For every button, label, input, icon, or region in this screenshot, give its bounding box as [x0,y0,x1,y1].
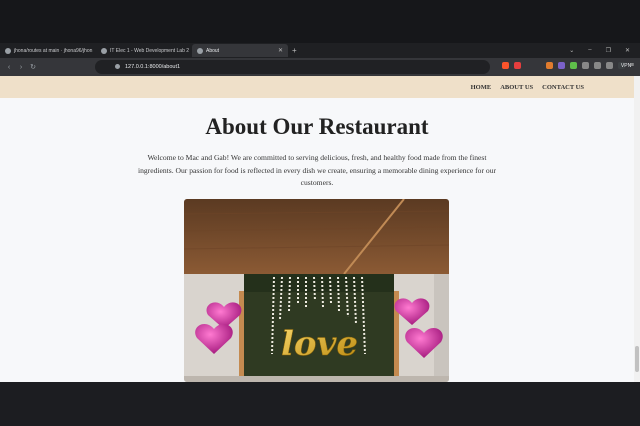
rewards-icon[interactable] [513,62,521,69]
tab-github[interactable]: jhona/routes at main · jhona96/jhon [0,44,96,57]
photo-balloon-text: love [281,324,358,364]
github-icon [5,47,11,54]
site-navbar: HOME ABOUT US CONTACT US [0,76,634,98]
extensions-area: VPN ≡ [501,62,634,69]
new-tab-button[interactable]: + [292,46,297,55]
close-window-icon[interactable]: ✕ [625,47,630,54]
url-text: 127.0.0.1:8000/about1 [125,64,181,70]
back-icon[interactable]: ‹ [3,64,15,71]
brave-shield-icon[interactable] [501,62,509,69]
nav-about-us[interactable]: ABOUT US [500,84,533,91]
intro-paragraph: Welcome to Mac and Gab! We are committed… [137,153,497,187]
extension-icon[interactable] [581,62,589,69]
scrollbar-thumb[interactable] [635,346,639,372]
maximize-icon[interactable]: ❐ [606,47,611,54]
screen-bottom-bar [0,382,640,426]
window-controls: ⌄ – ❐ ✕ [569,47,640,54]
nav-contact-us[interactable]: CONTACT US [542,84,584,91]
menu-icon[interactable]: ≡ [630,62,634,69]
puzzle-icon[interactable] [593,62,601,69]
extension-icon[interactable] [545,62,553,69]
vpn-button[interactable]: VPN [617,62,631,69]
settings-icon [101,47,107,54]
tab-lab[interactable]: IT Elec 1 - Web Development Lab 2 [96,44,192,57]
address-bar[interactable]: 127.0.0.1:8000/about1 [95,60,490,74]
page-title: About Our Restaurant [205,114,429,139]
site-info-icon[interactable] [115,64,120,69]
tab-label: IT Elec 1 - Web Development Lab 2 [110,47,190,54]
forward-icon[interactable]: › [15,64,27,71]
sidebar-icon[interactable] [605,62,613,69]
reload-icon[interactable]: ↻ [27,63,39,71]
restaurant-photo: love [184,199,449,382]
browser-tab-strip: jhona/routes at main · jhona96/jhon IT E… [0,43,640,58]
close-tab-icon[interactable]: ✕ [278,47,283,54]
tab-about[interactable]: About ✕ [192,44,288,57]
tab-label: About [206,47,220,54]
globe-icon [197,47,203,54]
minimize-icon[interactable]: – [588,47,591,54]
browser-toolbar: ‹ › ↻ ⌑ 127.0.0.1:8000/about1 VPN ≡ [0,58,640,76]
nav-home[interactable]: HOME [471,84,492,91]
chevron-down-icon[interactable]: ⌄ [569,47,574,54]
tab-label: jhona/routes at main · jhona96/jhon [14,47,93,54]
page-scrollbar[interactable] [634,76,640,382]
web-page: HOME ABOUT US CONTACT US About Our Resta… [0,76,634,382]
extension-icon[interactable] [569,62,577,69]
extension-icon[interactable] [557,62,565,69]
screen-top-bar [0,0,640,43]
